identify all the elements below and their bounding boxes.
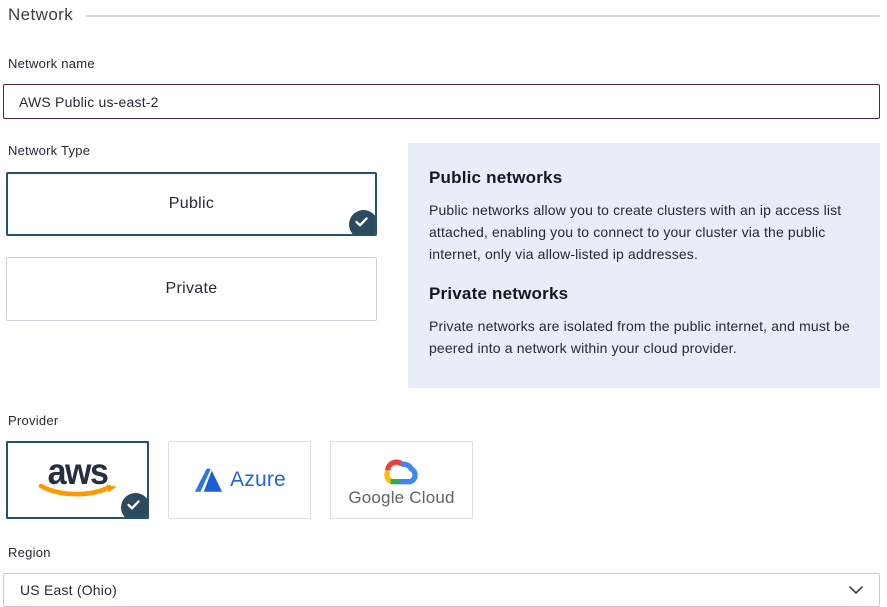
check-icon bbox=[127, 500, 140, 510]
region-select[interactable]: US East (Ohio) bbox=[3, 573, 880, 607]
provider-label: Provider bbox=[8, 413, 880, 428]
network-name-input[interactable] bbox=[3, 84, 880, 119]
provider-row: aws Azur bbox=[6, 441, 880, 519]
provider-option-google-cloud[interactable]: Google Cloud bbox=[330, 441, 473, 519]
network-type-option-private[interactable]: Private bbox=[6, 257, 377, 321]
check-icon bbox=[355, 217, 368, 227]
info-panel: Public networks Public networks allow yo… bbox=[408, 143, 880, 388]
azure-icon bbox=[193, 466, 223, 494]
google-cloud-icon bbox=[379, 454, 423, 487]
network-form: Network Network name Network Type Public… bbox=[0, 0, 887, 607]
selected-badge bbox=[349, 210, 377, 236]
info-section-body: Public networks allow you to create clus… bbox=[429, 199, 856, 265]
azure-logo: Azure bbox=[193, 466, 286, 494]
region-select-value: US East (Ohio) bbox=[20, 582, 117, 598]
google-cloud-logo: Google Cloud bbox=[348, 454, 454, 508]
network-type-column: Network Type Public Private bbox=[8, 143, 381, 321]
region-label: Region bbox=[8, 545, 880, 560]
aws-logo: aws bbox=[38, 457, 118, 499]
selected-badge bbox=[121, 493, 149, 519]
page-title: Network bbox=[8, 5, 73, 25]
network-name-field: Network name bbox=[8, 56, 880, 119]
info-section-body: Private networks are isolated from the p… bbox=[429, 315, 856, 359]
info-section-title: Public networks bbox=[429, 168, 856, 188]
aws-wordmark: aws bbox=[48, 456, 108, 488]
network-type-label: Network Type bbox=[8, 143, 381, 158]
section-divider bbox=[86, 15, 880, 17]
network-type-option-label: Private bbox=[166, 280, 218, 298]
info-section-title: Private networks bbox=[429, 284, 856, 304]
network-type-option-public[interactable]: Public bbox=[6, 172, 377, 236]
azure-wordmark: Azure bbox=[230, 468, 286, 492]
chevron-down-icon bbox=[849, 586, 863, 594]
network-type-row: Network Type Public Private Public netwo… bbox=[8, 143, 880, 388]
google-cloud-wordmark: Google Cloud bbox=[348, 488, 454, 508]
provider-field: Provider aws bbox=[8, 413, 880, 519]
region-field: Region US East (Ohio) bbox=[8, 545, 880, 607]
network-type-option-label: Public bbox=[169, 195, 214, 213]
provider-option-aws[interactable]: aws bbox=[6, 441, 149, 519]
section-header: Network bbox=[8, 4, 880, 25]
network-name-label: Network name bbox=[8, 56, 880, 71]
provider-option-azure[interactable]: Azure bbox=[168, 441, 311, 519]
